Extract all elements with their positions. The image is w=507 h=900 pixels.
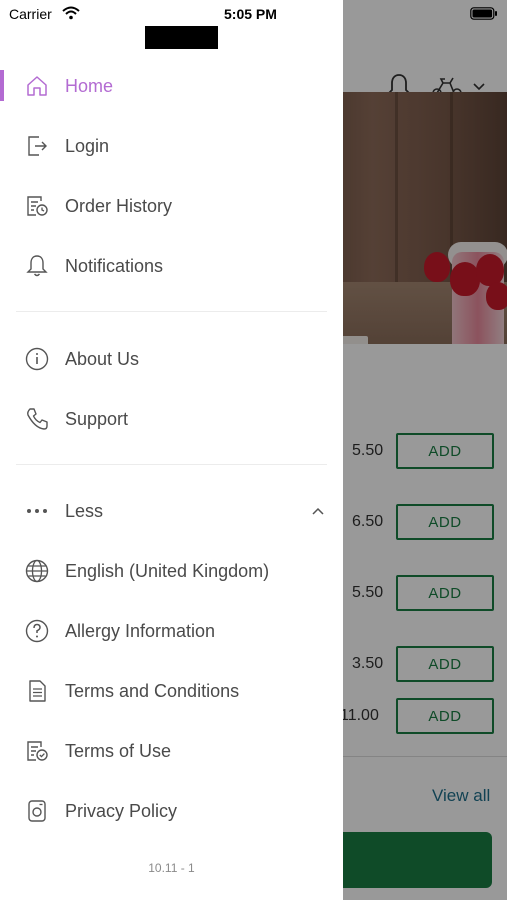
menu-item-label: Login <box>65 135 110 156</box>
menu-item-home[interactable]: Home <box>0 62 343 110</box>
menu-item-allergy-information[interactable]: Allergy Information <box>0 607 343 655</box>
menu-divider <box>16 464 327 465</box>
home-icon <box>24 73 50 99</box>
app-version: 10.11 - 1 <box>148 861 195 875</box>
menu-item-about-us[interactable]: About Us <box>0 335 343 383</box>
menu-item-terms-of-use[interactable]: Terms of Use <box>0 727 343 775</box>
menu-item-label: English (United Kingdom) <box>65 560 270 581</box>
menu-item-login[interactable]: Login <box>0 122 343 170</box>
menu-item-order-history[interactable]: Order History <box>0 182 343 230</box>
menu-item-label: Notifications <box>65 255 164 276</box>
menu-divider <box>16 311 327 312</box>
menu-item-less-toggle[interactable]: Less <box>0 487 343 535</box>
menu-item-label: Terms of Use <box>65 740 172 761</box>
menu-item-label: Allergy Information <box>65 620 216 641</box>
order-history-icon <box>24 193 50 219</box>
wifi-icon <box>62 6 80 20</box>
more-dots-icon <box>24 498 50 524</box>
menu-item-privacy-policy[interactable]: Privacy Policy <box>0 787 343 835</box>
battery-icon <box>470 7 497 20</box>
document-check-icon <box>24 738 50 764</box>
bell-icon <box>24 253 50 279</box>
clock-time: 5:05 PM <box>224 6 277 22</box>
menu-item-label: About Us <box>65 348 140 369</box>
document-icon <box>24 678 50 704</box>
question-icon <box>24 618 50 644</box>
chevron-up-icon <box>312 507 324 515</box>
menu-item-label: Terms and Conditions <box>65 680 240 701</box>
menu-item-label: Support <box>65 408 129 429</box>
globe-icon <box>24 558 50 584</box>
carrier-label: Carrier <box>9 6 52 22</box>
login-icon <box>24 133 50 159</box>
info-icon <box>24 346 50 372</box>
redacted-block <box>145 26 218 49</box>
privacy-icon <box>24 798 50 824</box>
phone-icon <box>24 406 50 432</box>
menu-item-terms-and-conditions[interactable]: Terms and Conditions <box>0 667 343 715</box>
menu-item-language[interactable]: English (United Kingdom) <box>0 547 343 595</box>
status-bar: Carrier 5:05 PM <box>0 0 507 28</box>
menu-item-label: Home <box>65 75 114 96</box>
menu-item-notifications[interactable]: Notifications <box>0 242 343 290</box>
menu-item-label: Less <box>65 500 104 521</box>
menu-item-label: Privacy Policy <box>65 800 178 821</box>
menu-item-label: Order History <box>65 195 173 216</box>
menu-item-support[interactable]: Support <box>0 395 343 443</box>
side-drawer: Home Login Order History Notifications A… <box>0 0 343 900</box>
